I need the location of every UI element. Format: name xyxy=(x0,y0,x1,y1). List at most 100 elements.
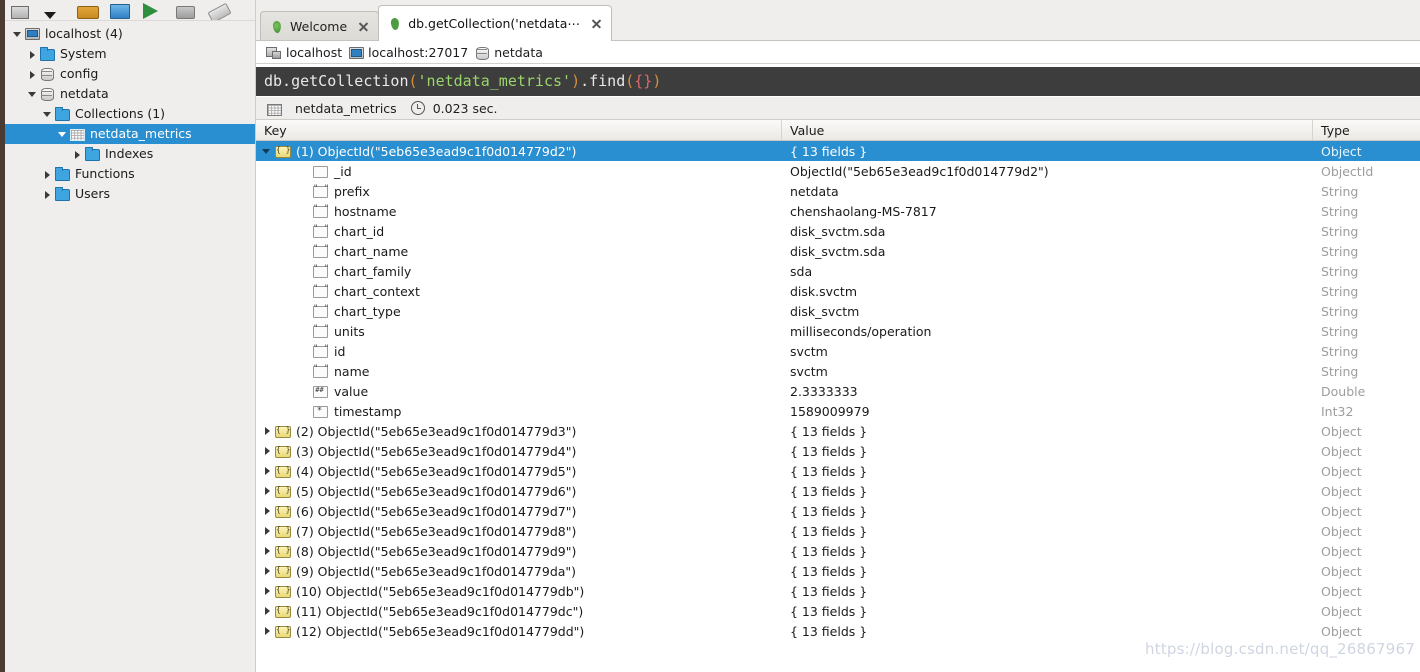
chevron-right-icon[interactable] xyxy=(71,148,84,161)
table-row[interactable]: (6) ObjectId("5eb65e3ead9c1f0d014779d7")… xyxy=(256,501,1420,521)
mongodb-leaf-icon xyxy=(271,20,283,34)
chevron-right-icon[interactable] xyxy=(260,464,274,478)
chevron-right-icon[interactable] xyxy=(260,584,274,598)
connection-icon xyxy=(266,46,281,59)
chevron-right-icon[interactable] xyxy=(41,188,54,201)
table-row[interactable]: timestamp 1589009979 Int32 xyxy=(256,401,1420,421)
table-row[interactable]: chart_id disk_svctm.sda String xyxy=(256,221,1420,241)
column-header-type[interactable]: Type xyxy=(1313,120,1420,140)
cell-key: (4) ObjectId("5eb65e3ead9c1f0d014779d5") xyxy=(256,461,782,481)
table-row[interactable]: (5) ObjectId("5eb65e3ead9c1f0d014779d6")… xyxy=(256,481,1420,501)
table-row[interactable]: units milliseconds/operation String xyxy=(256,321,1420,341)
table-row[interactable]: (1) ObjectId("5eb65e3ead9c1f0d014779d2")… xyxy=(256,141,1420,161)
tree-item-label: netdata xyxy=(60,86,109,101)
table-row[interactable]: (10) ObjectId("5eb65e3ead9c1f0d014779db"… xyxy=(256,581,1420,601)
chevron-right-icon[interactable] xyxy=(26,68,39,81)
attach-icon[interactable] xyxy=(207,2,232,20)
table-row[interactable]: (4) ObjectId("5eb65e3ead9c1f0d014779d5")… xyxy=(256,461,1420,481)
save-icon[interactable] xyxy=(110,2,132,19)
tab-close-icon[interactable] xyxy=(590,17,603,30)
cell-key-label: (9) ObjectId("5eb65e3ead9c1f0d014779da") xyxy=(296,563,577,579)
chevron-right-icon[interactable] xyxy=(260,544,274,558)
breadcrumb-label: localhost:27017 xyxy=(368,44,469,60)
chevron-right-icon[interactable] xyxy=(260,444,274,458)
table-row[interactable]: id svctm String xyxy=(256,341,1420,361)
string-field-icon xyxy=(312,342,328,358)
table-row[interactable]: (3) ObjectId("5eb65e3ead9c1f0d014779d4")… xyxy=(256,441,1420,461)
table-row[interactable]: prefix netdata String xyxy=(256,181,1420,201)
query-token-paren: ( xyxy=(625,72,635,90)
chevron-down-icon[interactable] xyxy=(11,28,24,41)
cell-type: Object xyxy=(1321,623,1362,639)
chevron-right-icon[interactable] xyxy=(260,424,274,438)
cell-value: { 13 fields } xyxy=(790,443,868,459)
tree-item-collections-1[interactable]: Collections (1) xyxy=(5,104,255,124)
mongodb-leaf-icon xyxy=(389,17,401,31)
chevron-down-icon[interactable] xyxy=(260,144,274,158)
cell-key-label: (10) ObjectId("5eb65e3ead9c1f0d014779db"… xyxy=(296,583,585,599)
chevron-right-icon[interactable] xyxy=(260,504,274,518)
open-folder-icon[interactable] xyxy=(77,2,99,19)
cell-key: (5) ObjectId("5eb65e3ead9c1f0d014779d6") xyxy=(256,481,782,501)
tree-item-netdata[interactable]: netdata xyxy=(5,84,255,104)
string-field-icon xyxy=(312,322,328,338)
column-header-key[interactable]: Key xyxy=(256,120,782,140)
cell-key-label: value xyxy=(334,383,369,399)
breadcrumb-item-localhost-27017[interactable]: localhost:27017 xyxy=(348,45,468,60)
tree-item-functions[interactable]: Functions xyxy=(5,164,255,184)
stop-icon[interactable] xyxy=(176,2,198,19)
server-icon xyxy=(24,27,40,41)
table-row[interactable]: (2) ObjectId("5eb65e3ead9c1f0d014779d3")… xyxy=(256,421,1420,441)
table-row[interactable]: value 2.3333333 Double xyxy=(256,381,1420,401)
table-row[interactable]: chart_family sda String xyxy=(256,261,1420,281)
chevron-right-icon[interactable] xyxy=(260,624,274,638)
table-row[interactable]: name svctm String xyxy=(256,361,1420,381)
tree-item-users[interactable]: Users xyxy=(5,184,255,204)
tab-query[interactable]: db.getCollection('netdata⋯ xyxy=(378,5,612,42)
tab-welcome[interactable]: Welcome xyxy=(260,11,380,41)
tree-item-indexes[interactable]: Indexes xyxy=(5,144,255,164)
table-row[interactable]: chart_type disk_svctm String xyxy=(256,301,1420,321)
breadcrumb-item-localhost[interactable]: localhost xyxy=(266,45,342,60)
tab-close-icon[interactable] xyxy=(357,20,370,33)
cell-value: netdata xyxy=(790,183,839,199)
table-row[interactable]: (9) ObjectId("5eb65e3ead9c1f0d014779da")… xyxy=(256,561,1420,581)
connect-icon[interactable] xyxy=(11,2,33,19)
table-row[interactable]: chart_name disk_svctm.sda String xyxy=(256,241,1420,261)
table-row[interactable]: (12) ObjectId("5eb65e3ead9c1f0d014779dd"… xyxy=(256,621,1420,641)
folder-icon xyxy=(84,147,100,161)
table-row[interactable]: hostname chenshaolang-MS-7817 String xyxy=(256,201,1420,221)
cell-key: name xyxy=(256,361,782,381)
breadcrumb-item-netdata[interactable]: netdata xyxy=(474,45,543,60)
chevron-right-icon[interactable] xyxy=(260,484,274,498)
chevron-down-icon[interactable] xyxy=(41,108,54,121)
chevron-down-icon[interactable] xyxy=(56,128,69,141)
cell-type: Object xyxy=(1321,443,1362,459)
table-row[interactable]: (7) ObjectId("5eb65e3ead9c1f0d014779d8")… xyxy=(256,521,1420,541)
chevron-right-icon[interactable] xyxy=(41,168,54,181)
table-row[interactable]: chart_context disk.svctm String xyxy=(256,281,1420,301)
table-row[interactable]: (8) ObjectId("5eb65e3ead9c1f0d014779d9")… xyxy=(256,541,1420,561)
table-row[interactable]: (11) ObjectId("5eb65e3ead9c1f0d014779dc"… xyxy=(256,601,1420,621)
result-status-bar: netdata_metrics 0.023 sec. xyxy=(256,96,1420,120)
chevron-right-icon[interactable] xyxy=(260,604,274,618)
tree-item-system[interactable]: System xyxy=(5,44,255,64)
dropdown-arrow-icon[interactable] xyxy=(44,2,66,19)
chevron-right-icon[interactable] xyxy=(260,524,274,538)
table-row[interactable]: _id ObjectId("5eb65e3ead9c1f0d014779d2") O… xyxy=(256,161,1420,181)
execute-icon[interactable] xyxy=(143,2,165,19)
tree-item-localhost-4[interactable]: localhost (4) xyxy=(5,24,255,44)
chevron-right-icon[interactable] xyxy=(260,564,274,578)
chevron-down-icon[interactable] xyxy=(26,88,39,101)
cell-key: (2) ObjectId("5eb65e3ead9c1f0d014779d3") xyxy=(256,421,782,441)
cell-value: sda xyxy=(790,263,813,279)
cell-key: (8) ObjectId("5eb65e3ead9c1f0d014779d9") xyxy=(256,541,782,561)
execute-icon-glyph xyxy=(143,3,158,19)
tree-item-config[interactable]: config xyxy=(5,64,255,84)
cell-value: 2.3333333 xyxy=(790,383,858,399)
query-editor[interactable]: db.getCollection('netdata_metrics').find… xyxy=(256,66,1420,96)
tree-item-netdata-metrics[interactable]: netdata_metrics xyxy=(5,124,255,144)
chevron-right-icon[interactable] xyxy=(26,48,39,61)
column-header-value[interactable]: Value xyxy=(782,120,1313,140)
result-grid: Key Value Type (1) ObjectId("5eb65e3ead9… xyxy=(256,120,1420,672)
